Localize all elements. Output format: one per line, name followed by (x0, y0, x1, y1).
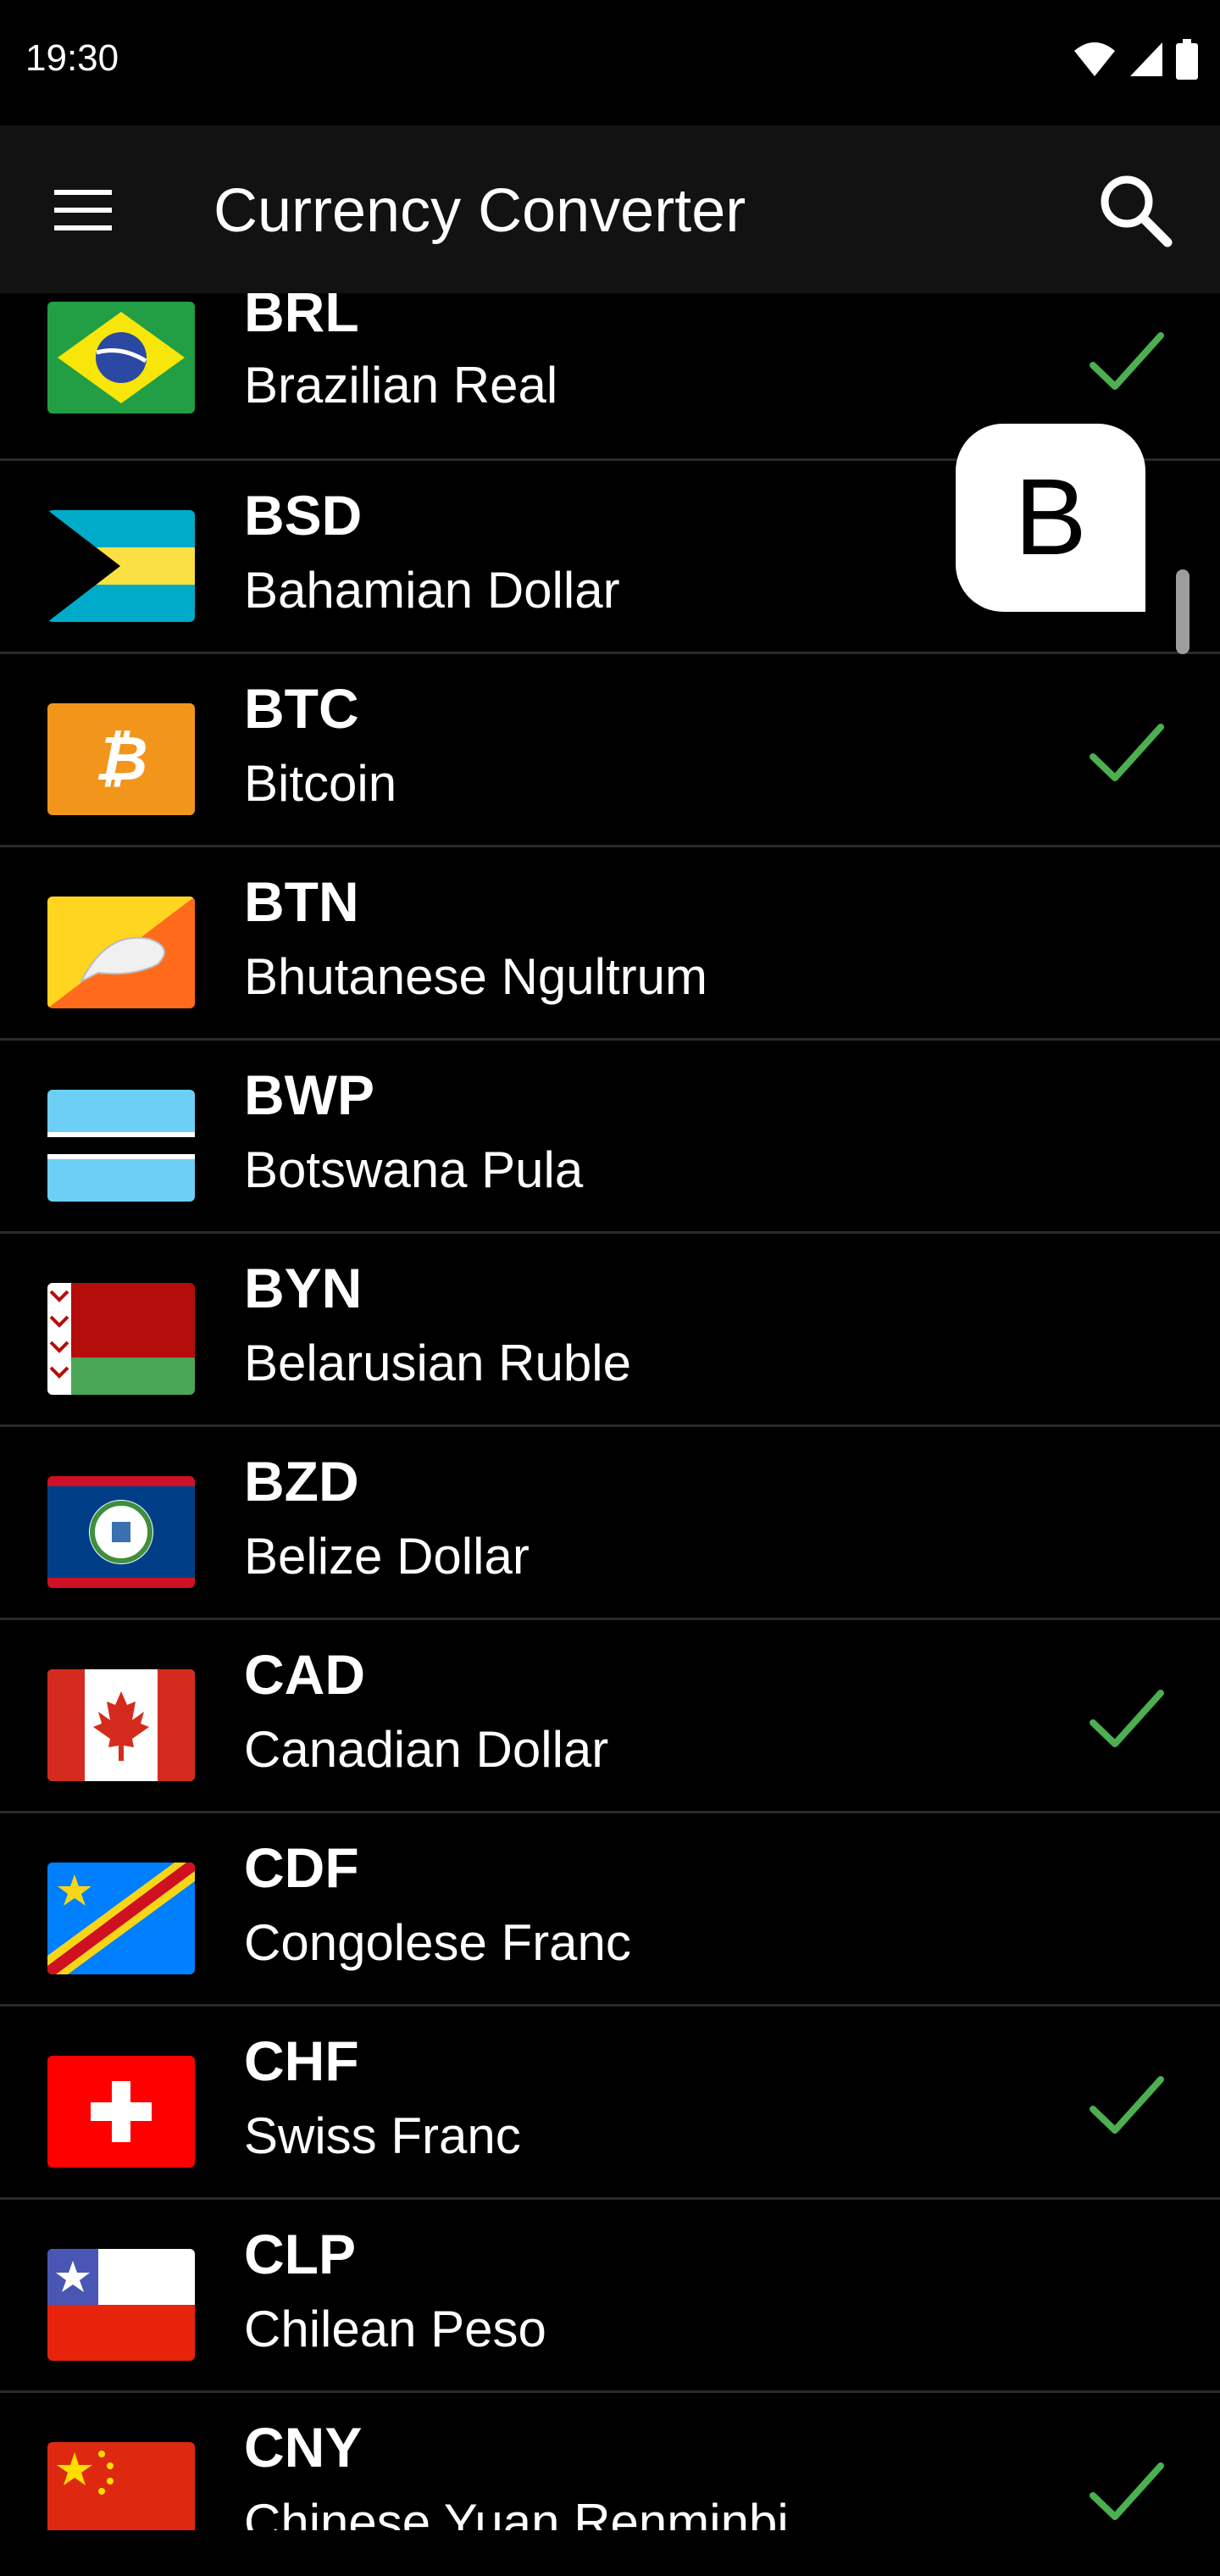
currency-name: Bahamian Dollar (244, 562, 620, 619)
currency-name: Swiss Franc (244, 2107, 521, 2164)
belize-flag (47, 1476, 195, 1588)
battery-icon (1176, 39, 1198, 80)
currency-code: CDF (244, 1836, 359, 1899)
check-icon (1090, 1690, 1164, 1747)
dr-congo-flag (47, 1863, 195, 1974)
currency-code: BRL (244, 293, 359, 343)
currency-code: BSD (244, 484, 363, 547)
currency-row-btc[interactable]: ₿ BTC Bitcoin (0, 654, 1220, 847)
currency-code: BYN (244, 1257, 363, 1319)
currency-name: Botswana Pula (244, 1141, 584, 1198)
check-icon (1090, 2462, 1164, 2520)
bahamas-flag (47, 510, 195, 622)
status-bar: 19:30 (0, 0, 1220, 125)
currency-row-cdf[interactable]: CDF Congolese Franc (0, 1813, 1220, 2007)
currency-row-btn[interactable]: BTN Bhutanese Ngultrum (0, 847, 1220, 1041)
currency-name: Bhutanese Ngultrum (244, 948, 707, 1005)
signal-icon (1130, 42, 1162, 76)
currency-name: Chinese Yuan Renminbi (244, 2494, 789, 2530)
chile-flag (47, 2249, 195, 2361)
wifi-icon (1074, 42, 1115, 76)
currency-code: BWP (244, 1063, 374, 1126)
switzerland-flag (47, 2056, 195, 2168)
bhutan-flag (47, 897, 195, 1008)
currency-name: Belarusian Ruble (244, 1335, 631, 1391)
currency-code: BTC (244, 677, 359, 740)
currency-name: Brazilian Real (244, 357, 558, 414)
currency-row-byn[interactable]: BYN Belarusian Ruble (0, 1234, 1220, 1427)
fast-scroll-letter-bubble: B (956, 424, 1145, 612)
belarus-flag (47, 1283, 195, 1395)
menu-button[interactable] (42, 178, 124, 242)
check-icon (1090, 332, 1164, 390)
currency-name: Congolese Franc (244, 1914, 631, 1971)
currency-code: BZD (244, 1450, 359, 1513)
currency-code: CHF (244, 2029, 359, 2092)
currency-name: Belize Dollar (244, 1528, 530, 1585)
hamburger-menu-icon (54, 190, 112, 230)
app-title: Currency Converter (214, 177, 746, 245)
scrollbar-thumb[interactable] (1176, 569, 1190, 654)
status-icons (1073, 39, 1198, 80)
currency-code: BTN (244, 870, 359, 933)
app-bar: Currency Converter (0, 125, 1220, 293)
bitcoin-logo: ₿ (47, 703, 195, 815)
currency-row-chf[interactable]: CHF Swiss Franc (0, 2007, 1220, 2200)
canada-flag (47, 1669, 195, 1781)
currency-code: CNY (244, 2416, 363, 2479)
botswana-flag (47, 1090, 195, 1202)
currency-row-clp[interactable]: CLP Chilean Peso (0, 2200, 1220, 2393)
check-icon (1090, 2076, 1164, 2134)
currency-name: Canadian Dollar (244, 1721, 609, 1778)
china-flag (47, 2442, 195, 2530)
currency-name: Chilean Peso (244, 2301, 546, 2357)
currency-row-cny[interactable]: CNY Chinese Yuan Renminbi (0, 2393, 1220, 2530)
search-icon (1101, 175, 1173, 247)
currency-row-cad[interactable]: CAD Canadian Dollar (0, 1620, 1220, 1813)
svg-text:₿: ₿ (94, 723, 147, 794)
currency-code: CAD (244, 1643, 365, 1706)
currency-code: CLP (244, 2223, 356, 2285)
currency-row-bzd[interactable]: BZD Belize Dollar (0, 1427, 1220, 1620)
currency-row-bwp[interactable]: BWP Botswana Pula (0, 1041, 1220, 1234)
status-time: 19:30 (25, 37, 119, 79)
currency-name: Bitcoin (244, 755, 397, 812)
search-button[interactable] (1093, 168, 1178, 253)
brazil-flag (47, 302, 195, 414)
check-icon (1090, 724, 1164, 781)
currency-list[interactable]: BRL Brazilian Real BSD Bahamian Dollar ₿… (0, 293, 1220, 2530)
